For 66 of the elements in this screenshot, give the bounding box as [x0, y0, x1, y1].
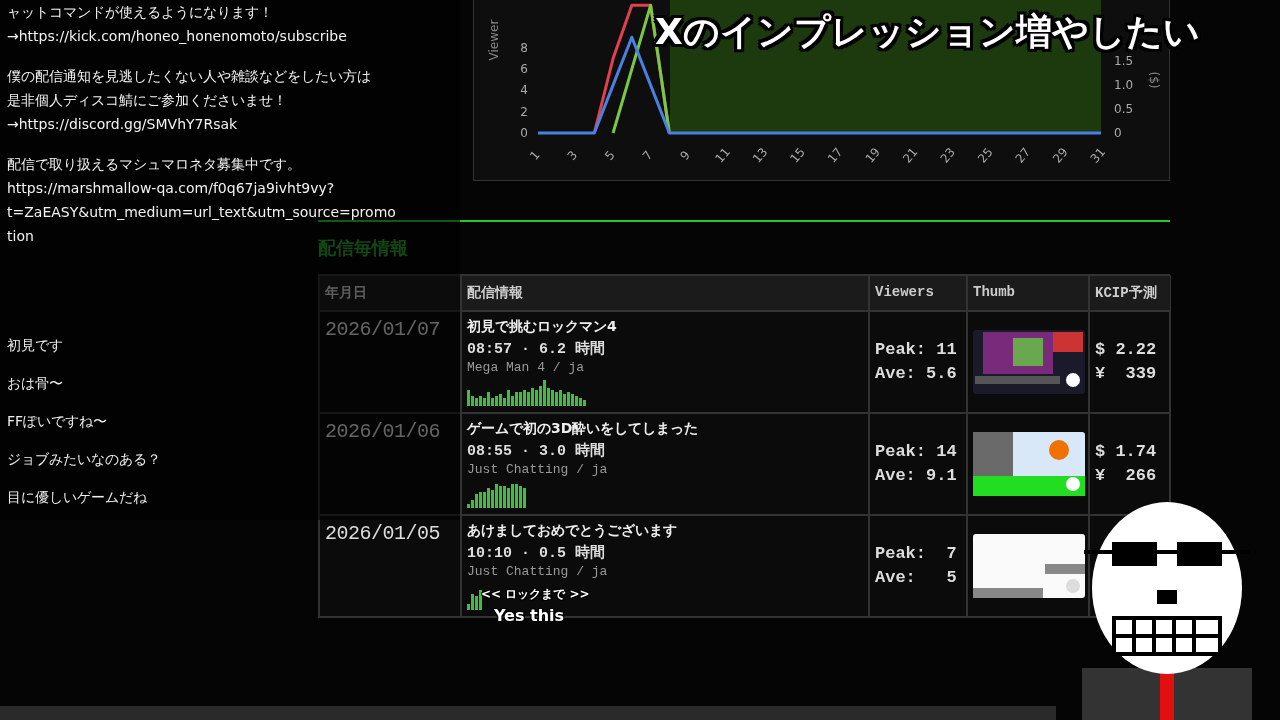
x-axis-label: 19 — [862, 145, 883, 166]
y-axis-title: Viewer — [487, 19, 501, 61]
revenue-usd: $ 2.22 — [1095, 339, 1158, 361]
chat-message: FFぽいですね〜 — [7, 412, 109, 431]
viewer-sparkline-drawing — [467, 482, 527, 508]
y-axis-label: 0 — [1114, 126, 1122, 140]
chat-message: 初見です — [7, 336, 64, 355]
column-header: Thumb — [967, 275, 1089, 311]
x-axis-label: 15 — [787, 145, 808, 166]
x-axis-label: 5 — [602, 148, 618, 163]
peak-viewers: Peak: 7 — [875, 543, 958, 565]
subtitle-caption: << ロックまで >> — [481, 586, 590, 603]
y-axis-title: ($) — [1147, 71, 1161, 89]
average-viewers: Ave: 5.6 — [875, 363, 958, 385]
average-viewers: Ave: 9.1 — [875, 465, 958, 487]
stream-date: 2026/01/06 — [325, 420, 442, 443]
stream-time: 08:57 · 6.2 時間 — [467, 339, 607, 358]
y-axis-label: 4 — [520, 83, 528, 98]
stream-date: 2026/01/05 — [325, 522, 442, 545]
revenue-jpy: ¥ 339 — [1095, 363, 1158, 385]
stream-title[interactable]: あけましておめでとうございます — [467, 522, 863, 540]
column-header: Viewers — [869, 275, 967, 311]
x-axis-label: 1 — [527, 148, 543, 163]
x-axis-label: 23 — [937, 145, 959, 166]
x-axis-label: 31 — [1087, 145, 1109, 166]
y-axis-label: 1.0 — [1114, 78, 1134, 92]
x-axis-label: 27 — [1012, 145, 1034, 166]
stream-category: Just Chatting / ja — [467, 564, 609, 579]
y-axis-label: 0.5 — [1114, 102, 1134, 116]
stream-time: 10:10 · 0.5 時間 — [467, 543, 607, 562]
revenue-usd: $ 1.74 — [1095, 441, 1158, 463]
x-axis-label: 7 — [639, 148, 656, 163]
x-axis-label: 3 — [564, 148, 581, 163]
x-axis-label: 21 — [900, 145, 921, 166]
revenue-jpy: ¥ 266 — [1095, 465, 1158, 487]
x-axis-label: 17 — [824, 145, 846, 166]
peak-viewers: Peak: 11 — [875, 339, 958, 361]
x-axis-label: 29 — [1050, 145, 1071, 166]
stream-date: 2026/01/07 — [325, 318, 442, 341]
y-axis-label: 1.5 — [1114, 54, 1134, 68]
peak-viewers: Peak: 14 — [875, 441, 958, 463]
column-header: KCIP予測 — [1089, 275, 1171, 311]
stream-title[interactable]: ゲームで初の3D酔いをしてしまった — [467, 420, 863, 438]
headline-caption: Xのインプレッション増やしたい — [655, 10, 1200, 54]
y-axis-label: 8 — [520, 40, 528, 55]
chat-message: ジョブみたいなのある？ — [7, 450, 161, 469]
description-paragraph: 僕の配信通知を見逃したくない人や雑談などをしたい方は 是非個人ディスコ鯖にご参加くださいませ！ →https://discord.gg/SMVhY7Rsak — [7, 67, 372, 134]
y-axis-label: 6 — [520, 62, 528, 77]
stream-title[interactable]: 初見で挑むロックマン4 — [467, 318, 863, 336]
x-axis-label: 11 — [712, 145, 733, 166]
subtitle-caption: Yes this — [494, 606, 565, 625]
stream-category: Just Chatting / ja — [467, 462, 609, 477]
stream-time: 08:55 · 3.0 時間 — [467, 441, 607, 460]
column-header: 年月日 — [319, 275, 461, 311]
chat-message: おは骨〜 — [7, 374, 64, 393]
column-header: 配信情報 — [461, 275, 869, 311]
x-axis-label: 13 — [749, 145, 771, 166]
stream-category: Mega Man 4 / ja — [467, 360, 586, 375]
y-axis-label: 2 — [520, 104, 528, 119]
x-axis-label: 9 — [677, 148, 693, 163]
average-viewers: Ave: 5 — [875, 567, 958, 589]
x-axis-label: 25 — [975, 145, 996, 166]
y-axis-label: 0 — [520, 126, 528, 140]
chat-message: 目に優しいゲームだね — [7, 488, 148, 507]
scrollbar[interactable] — [0, 706, 1056, 720]
description-paragraph: ャットコマンドが使えるようになります！ →https://kick.com/honeo_honenomoto/subscribe — [7, 3, 348, 46]
